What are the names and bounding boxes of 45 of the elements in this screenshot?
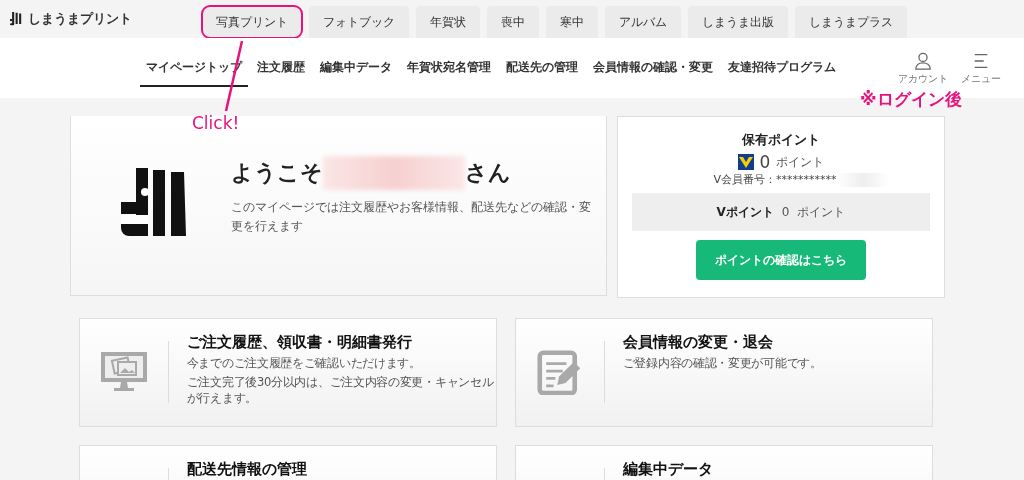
service-tab[interactable]: フォトブック [309,6,409,38]
card-title: ご注文履歴、領収書・明細書発行 [186,333,413,352]
nav-link[interactable]: 注文履歴 [251,49,311,87]
person-icon [914,52,932,70]
service-tab[interactable]: しまうまプラス [795,6,907,38]
card-description: ご登録内容の確認・変更が可能です。 [622,355,823,372]
welcome-description: このマイページでは注文履歴やお客様情報、配送先などの確認・変更を行えます [231,199,591,235]
greeting-text: ようこそ [231,159,323,188]
service-tab[interactable]: アルバム [605,6,681,38]
points-title: 保有ポイント [742,131,820,149]
menu-card[interactable]: ご注文履歴、領収書・明細書発行 今までのご注文履歴をご確認いただけます。 ご注文完了後30分以内は、ご注文内容の変更・キャンセルが行えます。 [79,318,497,427]
menu-card[interactable]: 配送先情報の管理 [79,445,497,480]
nav-link[interactable]: 会員情報の確認・変更 [587,49,719,87]
member-number: *********** [776,173,837,186]
zebra-logo-icon [10,11,24,27]
click-label: Click! [192,113,240,133]
service-tab[interactable]: 喪中 [487,6,539,38]
nav-link[interactable]: 編集中データ [314,49,398,87]
card-title: 配送先情報の管理 [186,460,308,479]
login-note: ※ログイン後 [860,88,962,111]
greeting-text: さん [465,159,511,188]
menu-button[interactable]: メニュー [954,52,1008,86]
v-points-unit: ポイント [797,203,846,221]
card-description: ご注文完了後30分以内は、ご注文内容の変更・キャンセルが行えます。 [186,374,495,407]
service-tab[interactable]: 寒中 [546,6,598,38]
service-tab[interactable]: しまうま出版 [688,6,788,38]
v-points-amount: 0 [781,205,790,219]
menu-card[interactable]: 編集中データ [515,445,933,480]
v-logo-icon [737,154,754,170]
menu-card[interactable]: 会員情報の変更・退会 ご登録内容の確認・変更が可能です。 [515,318,933,427]
points-unit: ポイント [776,153,825,171]
card-title: 会員情報の変更・退会 [622,333,774,352]
site-logo[interactable]: しまうまプリント [28,10,132,28]
service-tab[interactable]: 写真プリント [202,6,302,38]
account-button[interactable]: アカウント [896,52,950,86]
nav-link[interactable]: 配送先の管理 [500,49,584,87]
member-number-label: V会員番号： [713,172,776,187]
menu-icon [972,52,990,70]
points-amount: 0 [759,152,771,172]
card-description: 今までのご注文履歴をご確認いただけます。 [186,355,422,372]
v-points-label: Vポイント [716,203,774,221]
nav-link[interactable]: 友達招待プログラム [722,49,842,87]
service-tab[interactable]: 年賀状 [416,6,480,38]
card-title: 編集中データ [622,460,714,479]
nav-link[interactable]: 年賀状宛名管理 [401,49,497,87]
